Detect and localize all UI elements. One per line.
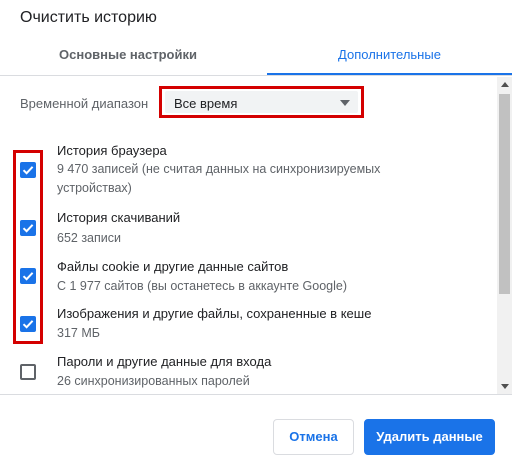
dialog-title: Очистить историю [20,9,157,26]
check-icon [22,272,34,281]
checkbox-download-history[interactable] [20,220,36,236]
time-range-label: Временной диапазон [20,96,149,111]
item-title-browser-history: История браузера [57,143,167,158]
item-title-passwords: Пароли и другие данные для входа [57,354,272,369]
tab-basic-settings[interactable]: Основные настройки [0,38,256,75]
item-desc-cached-files: 317 МБ [57,326,100,340]
item-desc-cookies: С 1 977 сайтов (вы останетесь в аккаунте… [57,279,348,293]
checkbox-browser-history[interactable] [20,162,36,178]
checkbox-cached-files[interactable] [20,316,36,332]
checkbox-cookies[interactable] [20,268,36,284]
scroll-down-arrow-icon[interactable] [501,384,509,389]
time-range-select[interactable]: Все время [159,86,364,118]
checkbox-passwords[interactable] [20,364,36,380]
scrollbar[interactable] [497,77,512,394]
tab-advanced[interactable]: Дополнительные [267,38,512,75]
check-icon [22,320,34,329]
item-desc-download-history: 652 записи [57,231,121,245]
item-desc-passwords: 26 синхронизированных паролей [57,374,250,388]
active-tab-indicator [267,73,512,75]
checkbox-highlight-frame [13,150,43,344]
time-range-select-body[interactable]: Все время [165,91,358,113]
item-title-cookies: Файлы cookie и другие данные сайтов [57,259,289,274]
item-title-download-history: История скачиваний [57,210,181,225]
delete-data-button[interactable]: Удалить данные [364,419,495,455]
item-title-cached-files: Изображения и другие файлы, сохраненные … [57,306,372,321]
scroll-up-arrow-icon[interactable] [501,82,509,87]
caret-down-icon [340,100,350,106]
scrollbar-thumb[interactable] [499,94,510,294]
cancel-button[interactable]: Отмена [273,419,354,455]
check-icon [22,166,34,175]
tab-bar: Основные настройки Дополнительные [0,38,512,76]
item-desc-browser-history: 9 470 записей (не считая данных на синхр… [57,162,381,195]
check-icon [22,224,34,233]
settings-content: Временной диапазон Все время История бра… [0,77,512,395]
time-range-value: Все время [174,96,238,111]
